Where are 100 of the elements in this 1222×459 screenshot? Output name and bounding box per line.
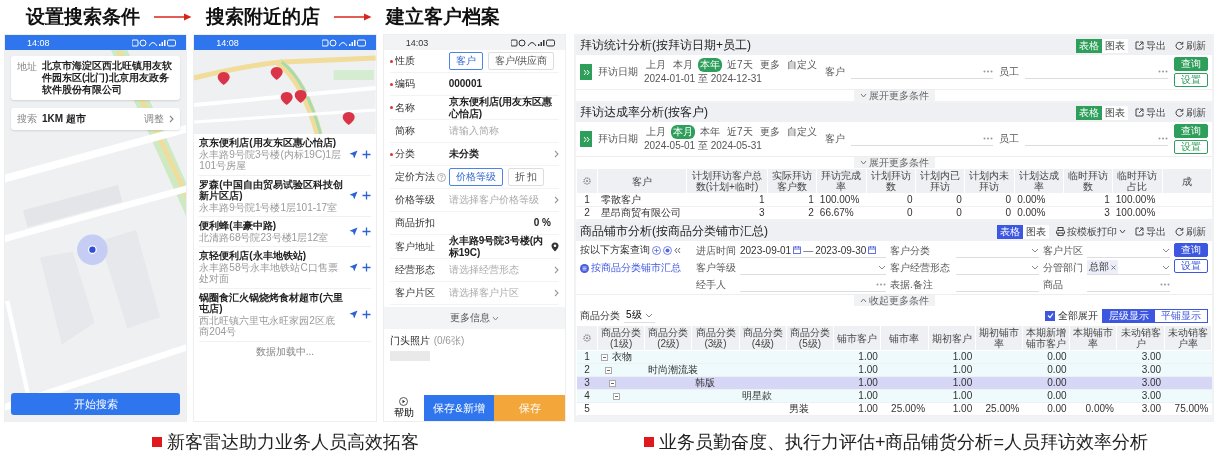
plus-icon[interactable] bbox=[361, 227, 371, 236]
export-button[interactable]: 导出 bbox=[1133, 105, 1168, 120]
period-option[interactable]: 自定义 bbox=[784, 125, 819, 139]
scheme-item[interactable]: 按商品分类铺市汇总 bbox=[580, 261, 692, 275]
arrow-icon bbox=[154, 13, 192, 21]
query-button[interactable]: 查询 bbox=[1174, 243, 1208, 257]
field-label: 表据.备注 bbox=[890, 279, 934, 290]
photo-count: (0/6张) bbox=[433, 334, 465, 348]
field-label: 客户地址 bbox=[394, 239, 435, 254]
navigate-icon[interactable] bbox=[348, 149, 358, 159]
view-tab[interactable]: 图表 bbox=[1102, 38, 1128, 53]
period-option[interactable]: 本年 bbox=[698, 125, 722, 139]
table-row[interactable]: 1 衣物 1.00 1.00 0.00 3.00 bbox=[576, 350, 1212, 364]
plus-circle-icon[interactable] bbox=[652, 245, 661, 255]
period-option[interactable]: 更多 bbox=[757, 58, 782, 72]
table-cell: 25.00% bbox=[975, 402, 1023, 416]
plus-icon[interactable] bbox=[361, 262, 371, 272]
period-option[interactable]: 近7天 bbox=[725, 58, 755, 72]
field-label: 客户 bbox=[824, 65, 845, 79]
close-icon[interactable] bbox=[1111, 264, 1116, 270]
store-name[interactable]: 京东便利店(用友东区惠心怡店) bbox=[199, 137, 345, 149]
navigate-icon[interactable] bbox=[348, 262, 358, 272]
settings-button[interactable]: 设置 bbox=[1174, 259, 1208, 273]
view-tab[interactable]: 图表 bbox=[1023, 224, 1049, 239]
bullet-icon bbox=[151, 436, 162, 447]
store-name[interactable]: 京轻便利店(永丰地铁站) bbox=[199, 250, 345, 262]
expand-all-checkbox[interactable]: 全部展开 bbox=[1045, 308, 1098, 323]
table-row[interactable]: 4 明星款 1.00 1.00 0.00 3.00 bbox=[576, 389, 1212, 403]
location-pin-icon[interactable] bbox=[551, 241, 559, 252]
plus-icon[interactable] bbox=[361, 149, 371, 159]
refresh-button[interactable]: 刷新 bbox=[1173, 224, 1208, 239]
save-and-new-button[interactable]: 保存&新增 bbox=[423, 395, 495, 421]
start-search-button[interactable]: 开始搜索 bbox=[11, 393, 181, 415]
table-row[interactable]: 3 韩版 1.00 1.00 0.00 3.00 bbox=[576, 376, 1212, 390]
period-option[interactable]: 更多 bbox=[757, 125, 782, 139]
store-name[interactable]: 锅圈食汇火锅烧烤食材超市(六里屯店) bbox=[199, 291, 345, 315]
expand-conditions-button[interactable]: 展开更多条件 bbox=[853, 157, 935, 168]
settings-icon[interactable] bbox=[583, 176, 591, 185]
column-header: 商品分类(2级) bbox=[644, 325, 692, 351]
export-button[interactable]: 导出 bbox=[1133, 224, 1168, 239]
period-option[interactable]: 本月 bbox=[671, 58, 695, 72]
date-field[interactable]: 2023-09-30 bbox=[815, 244, 867, 256]
navigate-icon[interactable] bbox=[348, 227, 358, 236]
navigate-icon[interactable] bbox=[348, 191, 358, 201]
collapse-left-icon[interactable] bbox=[674, 246, 681, 254]
table-row[interactable]: 5 男装 1.00 25.00% 1.00 25.00% 0.00 0.00% 3.00 75.00% bbox=[576, 402, 1212, 416]
field-label: 拜访日期 bbox=[598, 65, 638, 79]
plus-icon[interactable] bbox=[361, 191, 371, 201]
refresh-icon bbox=[1175, 227, 1184, 236]
table-cell: 1 bbox=[767, 193, 817, 207]
address-field[interactable]: 永丰路9号院3号楼(内标19C) bbox=[448, 235, 548, 258]
period-option[interactable]: 上月 bbox=[644, 58, 668, 72]
expand-panel-button[interactable] bbox=[580, 131, 592, 147]
option-button[interactable]: 客户 bbox=[448, 52, 483, 70]
tag-field[interactable]: 总部 bbox=[1087, 260, 1170, 275]
section-title: 商品铺市分析(按商品分类铺市汇总) bbox=[580, 223, 769, 240]
search-field[interactable]: 搜索 1KM 超市 调整 bbox=[11, 108, 181, 130]
toggle-icon[interactable] bbox=[604, 366, 612, 374]
navigate-icon[interactable] bbox=[348, 310, 358, 319]
date-field[interactable]: 2023-09-01 bbox=[740, 244, 792, 256]
chevron-down-icon bbox=[859, 93, 867, 98]
display-mode-tab[interactable]: 层级显示 bbox=[1103, 309, 1155, 322]
table-cell: 0 bbox=[964, 193, 1015, 207]
number-field[interactable]: 0 % bbox=[448, 217, 559, 229]
level-dropdown[interactable]: 5级 bbox=[624, 308, 655, 323]
collapse-conditions-button[interactable]: 收起更多条件 bbox=[853, 295, 935, 306]
option-button[interactable]: 折 扣 bbox=[507, 168, 545, 186]
target-icon[interactable] bbox=[663, 245, 672, 255]
refresh-button[interactable]: 刷新 bbox=[1173, 38, 1208, 53]
expand-conditions-button[interactable]: 展开更多条件 bbox=[853, 90, 935, 101]
period-option[interactable]: 上月 bbox=[644, 125, 668, 139]
refresh-button[interactable]: 刷新 bbox=[1173, 105, 1208, 120]
period-option[interactable]: 近7天 bbox=[725, 125, 755, 139]
option-button[interactable]: 价格等级 bbox=[448, 168, 503, 186]
print-button[interactable]: 按模板打印 bbox=[1054, 224, 1128, 239]
settings-button[interactable]: 设置 bbox=[1174, 140, 1208, 154]
settings-icon[interactable] bbox=[583, 333, 591, 342]
option-button[interactable]: 客户/供应商 bbox=[487, 52, 555, 70]
plus-icon[interactable] bbox=[361, 310, 371, 319]
store-name[interactable]: 罗森(中国自由贸易试验区科技创新片区店) bbox=[199, 178, 345, 202]
checkbox[interactable] bbox=[1045, 310, 1055, 321]
text-field[interactable]: 000001 bbox=[448, 78, 559, 90]
store-name[interactable]: 便利蜂(丰豪中路) bbox=[199, 220, 345, 232]
query-scheme-label: 按以下方案查询 bbox=[580, 243, 650, 257]
table-row[interactable]: 2 时尚潮流装 1.00 1.00 0.00 3.00 bbox=[576, 363, 1212, 377]
toggle-icon[interactable] bbox=[600, 353, 608, 361]
calendar-icon[interactable] bbox=[793, 246, 802, 254]
tag[interactable]: 总部 bbox=[1087, 260, 1118, 274]
text-field[interactable]: 京东便利店(用友东区惠心怡店) bbox=[448, 96, 559, 119]
settings-button[interactable]: 设置 bbox=[1174, 73, 1208, 87]
calendar-icon[interactable] bbox=[868, 246, 877, 254]
toggle-icon[interactable] bbox=[608, 379, 616, 387]
export-button[interactable]: 导出 bbox=[1133, 38, 1168, 53]
expand-panel-button[interactable] bbox=[580, 64, 592, 80]
view-tab[interactable]: 图表 bbox=[1102, 105, 1128, 120]
view-tab[interactable]: 表格 bbox=[997, 224, 1023, 239]
period-option[interactable]: 自定义 bbox=[784, 58, 819, 72]
column-header: 期初客户 bbox=[928, 325, 976, 351]
select-field[interactable]: 未分类 bbox=[448, 148, 559, 160]
toggle-icon[interactable] bbox=[612, 392, 620, 400]
